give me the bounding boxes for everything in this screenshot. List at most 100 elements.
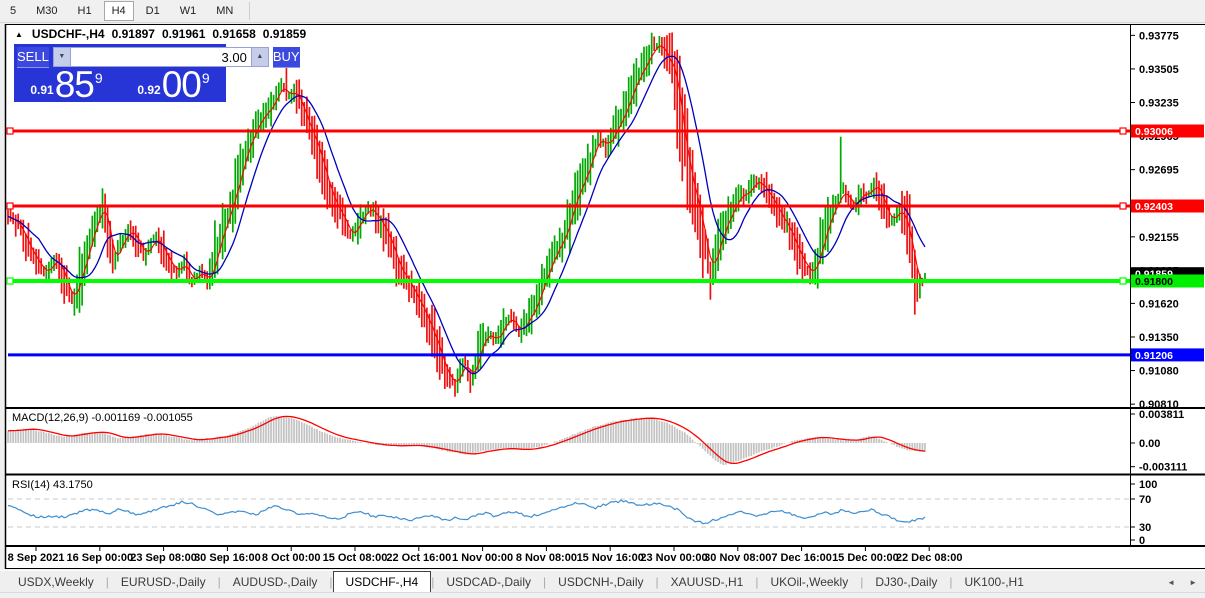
macd-histogram-bar — [837, 439, 839, 443]
chart-tab-xauusd-h1[interactable]: XAUUSD-,H1 — [659, 571, 756, 592]
macd-histogram-bar — [641, 418, 643, 443]
macd-histogram-bar — [625, 420, 627, 443]
ohlc-high: 0.91961 — [162, 27, 205, 41]
sell-price-big: 85 — [55, 70, 94, 100]
sell-price-display[interactable]: 0.91 85 9 — [14, 70, 119, 102]
chart-window-background[interactable] — [6, 25, 1205, 568]
macd-histogram-bar — [296, 420, 298, 443]
hline-handle[interactable] — [1120, 278, 1126, 284]
macd-histogram-bar — [15, 430, 17, 443]
macd-histogram-bar — [848, 441, 850, 443]
macd-histogram-bar — [664, 422, 666, 443]
macd-histogram-bar — [648, 418, 650, 443]
chart-tab-ukoil-weekly[interactable]: UKOil-,Weekly — [758, 571, 860, 592]
macd-histogram-bar — [728, 443, 730, 463]
price-badge-label: 0.93006 — [1135, 126, 1173, 138]
macd-histogram-bar — [694, 442, 696, 443]
macd-histogram-bar — [347, 440, 349, 444]
macd-histogram-bar — [191, 440, 193, 443]
macd-histogram-bar — [342, 439, 344, 443]
macd-histogram-bar — [475, 443, 477, 453]
macd-histogram-bar — [779, 443, 781, 446]
macd-histogram-bar — [324, 433, 326, 444]
macd-histogram-bar — [860, 438, 862, 443]
macd-histogram-bar — [822, 438, 824, 443]
hline-handle[interactable] — [1120, 203, 1126, 209]
macd-histogram-bar — [628, 420, 630, 444]
buy-button[interactable]: BUY — [273, 47, 300, 68]
status-strip — [0, 592, 1205, 598]
macd-histogram-bar — [523, 443, 525, 450]
macd-histogram-bar — [784, 443, 786, 444]
tab-scroll-right-icon[interactable]: ► — [1189, 578, 1197, 587]
collapse-panel-icon[interactable]: ▲ — [15, 30, 23, 39]
macd-histogram-bar — [482, 443, 484, 451]
hline-handle[interactable] — [1120, 128, 1126, 134]
volume-increase-button[interactable]: ▲ — [251, 48, 268, 66]
macd-histogram-bar — [69, 436, 71, 443]
macd-histogram-bar — [38, 431, 40, 443]
hline-handle[interactable] — [7, 278, 13, 284]
macd-histogram-bar — [337, 438, 339, 443]
macd-histogram-bar — [332, 436, 334, 443]
macd-histogram-bar — [355, 441, 357, 443]
price-axis-label: 0.92155 — [1139, 232, 1179, 244]
chart-tab-usdx-weekly[interactable]: USDX,Weekly — [6, 571, 106, 592]
macd-histogram-bar — [850, 440, 852, 443]
price-badge-label: 0.92403 — [1135, 201, 1173, 213]
chart-tab-usdcad-daily[interactable]: USDCAD-,Daily — [434, 571, 543, 592]
macd-histogram-bar — [344, 439, 346, 443]
macd-histogram-bar — [835, 440, 837, 443]
macd-histogram-bar — [865, 437, 867, 443]
buy-price-display[interactable]: 0.92 00 9 — [121, 70, 226, 102]
chart-tab-uk100-h1[interactable]: UK100-,H1 — [953, 571, 1036, 592]
chart-tab-eurusd-daily[interactable]: EURUSD-,Daily — [109, 571, 218, 592]
macd-histogram-bar — [166, 435, 168, 443]
macd-histogram-bar — [43, 432, 45, 443]
macd-histogram-bar — [684, 432, 686, 443]
macd-histogram-bar — [620, 420, 622, 443]
macd-histogram-bar — [638, 419, 640, 443]
macd-histogram-bar — [536, 443, 538, 447]
macd-histogram-bar — [301, 422, 303, 443]
volume-input[interactable] — [71, 48, 251, 66]
macd-indicator-label: MACD(12,26,9) -0.001169 -0.001055 — [12, 412, 193, 424]
buy-price-prefix: 0.92 — [137, 83, 160, 97]
macd-histogram-bar — [682, 431, 684, 443]
macd-histogram-bar — [495, 443, 497, 449]
hline-handle[interactable] — [7, 128, 13, 134]
macd-histogram-bar — [281, 416, 283, 443]
macd-histogram-bar — [107, 435, 109, 443]
macd-histogram-bar — [579, 432, 581, 443]
macd-histogram-bar — [472, 443, 474, 453]
macd-histogram-bar — [735, 443, 737, 461]
macd-histogram-bar — [745, 443, 747, 458]
macd-histogram-bar — [288, 418, 290, 443]
sell-button[interactable]: SELL — [17, 47, 49, 68]
chart-header: ▲ USDCHF-,H4 0.91897 0.91961 0.91658 0.9… — [15, 27, 306, 41]
chart-tab-audusd-daily[interactable]: AUDUSD-,Daily — [221, 571, 330, 592]
chart-tab-dj30-daily[interactable]: DJ30-,Daily — [863, 571, 949, 592]
macd-histogram-bar — [498, 443, 500, 449]
macd-histogram-bar — [840, 440, 842, 444]
hline-handle[interactable] — [7, 203, 13, 209]
macd-histogram-bar — [349, 440, 351, 443]
macd-histogram-bar — [490, 443, 492, 450]
chart-symbol-label: USDCHF-,H4 — [32, 27, 105, 41]
time-axis-label: 23 Sep 08:00 — [130, 552, 197, 564]
time-axis-label: 23 Nov 00:00 — [640, 552, 707, 564]
macd-histogram-bar — [730, 443, 732, 463]
macd-histogram-bar — [334, 437, 336, 443]
tab-scroll-left-icon[interactable]: ◄ — [1167, 578, 1175, 587]
chart-tab-usdchf-h4[interactable]: USDCHF-,H4 — [333, 571, 432, 592]
macd-histogram-bar — [360, 442, 362, 443]
macd-histogram-bar — [574, 434, 576, 443]
chart-tab-usdcnh-daily[interactable]: USDCNH-,Daily — [546, 571, 655, 592]
macd-histogram-bar — [319, 431, 321, 443]
macd-histogram-bar — [656, 420, 658, 443]
macd-histogram-bar — [441, 443, 443, 451]
macd-histogram-bar — [357, 442, 359, 443]
macd-histogram-bar — [12, 431, 14, 443]
macd-histogram-bar — [286, 417, 288, 443]
macd-histogram-bar — [753, 443, 755, 454]
